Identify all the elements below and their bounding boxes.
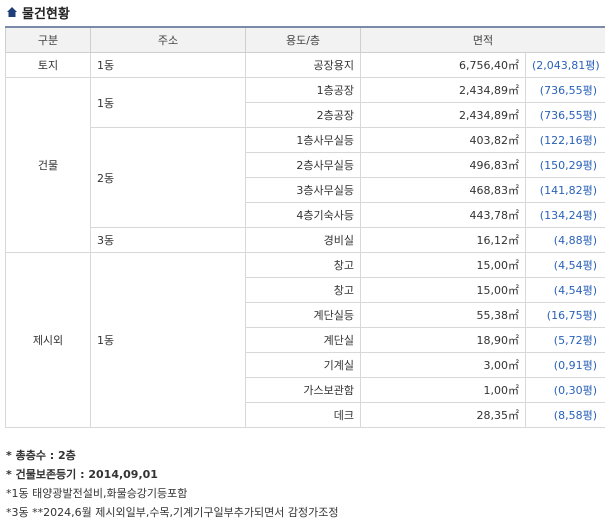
pyeong-cell: (141,82평) [525, 177, 605, 203]
usage-cell: 경비실 [245, 227, 361, 253]
pyeong-cell: (150,29평) [525, 152, 605, 178]
pyeong-cell: (8,58평) [525, 402, 605, 428]
usage-cell: 2층사무실등 [245, 152, 361, 178]
usage-cell: 계단실등 [245, 302, 361, 328]
usage-cell: 3층사무실등 [245, 177, 361, 203]
header-address: 주소 [90, 26, 246, 53]
area-cell: 403,82㎡ [360, 127, 526, 153]
area-cell: 496,83㎡ [360, 152, 526, 178]
pyeong-cell: (0,30평) [525, 377, 605, 403]
section-header: 물건현황 [6, 2, 70, 22]
area-cell: 6,756,40㎡ [360, 52, 526, 78]
area-cell: 2,434,89㎡ [360, 77, 526, 103]
category-cell: 건물 [5, 77, 91, 253]
usage-cell: 1층사무실등 [245, 127, 361, 153]
pyeong-cell: (16,75평) [525, 302, 605, 328]
table-row: 3동 경비실 16,12㎡ (4,88평) [6, 227, 605, 253]
table-row: 제시외 1동 창고 15,00㎡ (4,54평) [5, 252, 605, 428]
note-building-1: *1동 태양광발전설비,화물승강기등포함 [6, 487, 188, 500]
table-row: 2동 1층사무실등 403,82㎡ (122,16평) [6, 127, 605, 228]
pyeong-cell: (736,55평) [525, 77, 605, 103]
note-registration-date: * 건물보존등기 : 2014,09,01 [6, 468, 158, 481]
table-row: 건물 1동 1층공장 2,434,89㎡ (736,55평) [5, 77, 605, 253]
area-cell: 18,90㎡ [360, 327, 526, 353]
property-status-table: 구분 주소 용도/층 면적 토지 1동 공장용지 6,756,40㎡ (2,04… [5, 26, 605, 428]
usage-cell: 창고 [245, 252, 361, 278]
area-cell: 1,00㎡ [360, 377, 526, 403]
pyeong-cell: (4,88평) [525, 227, 605, 253]
home-icon [7, 7, 17, 17]
header-usage: 용도/층 [245, 26, 361, 53]
pyeong-cell: (2,043,81평) [525, 52, 605, 78]
pyeong-cell: (736,55평) [525, 102, 605, 128]
usage-cell: 계단실 [245, 327, 361, 353]
header-category: 구분 [5, 26, 91, 53]
category-cell: 토지 [5, 52, 91, 78]
area-cell: 468,83㎡ [360, 177, 526, 203]
usage-cell: 공장용지 [245, 52, 361, 78]
address-cell: 3동 [90, 227, 246, 253]
area-cell: 28,35㎡ [360, 402, 526, 428]
usage-cell: 4층기숙사등 [245, 202, 361, 228]
area-cell: 443,78㎡ [360, 202, 526, 228]
pyeong-cell: (134,24평) [525, 202, 605, 228]
table-row: 토지 1동 공장용지 6,756,40㎡ (2,043,81평) [5, 52, 605, 78]
notes-section: * 총층수 : 2층 * 건물보존등기 : 2014,09,01 *1동 태양광… [6, 446, 604, 522]
header-area: 면적 [360, 26, 605, 53]
category-cell: 제시외 [5, 252, 91, 428]
usage-cell: 데크 [245, 402, 361, 428]
table-header-row: 구분 주소 용도/층 면적 [5, 26, 605, 53]
usage-cell: 2층공장 [245, 102, 361, 128]
area-cell: 15,00㎡ [360, 252, 526, 278]
usage-cell: 창고 [245, 277, 361, 303]
usage-cell: 가스보관함 [245, 377, 361, 403]
address-cell: 1동 [90, 77, 246, 128]
usage-cell: 1층공장 [245, 77, 361, 103]
usage-cell: 기계실 [245, 352, 361, 378]
note-building-3: *3동 **2024,6월 제시외일부,수목,기계기구일부추가되면서 감정가조정 [6, 506, 339, 519]
pyeong-cell: (122,16평) [525, 127, 605, 153]
area-cell: 3,00㎡ [360, 352, 526, 378]
address-cell: 2동 [90, 127, 246, 228]
address-cell: 1동 [90, 252, 246, 428]
pyeong-cell: (4,54평) [525, 277, 605, 303]
area-cell: 2,434,89㎡ [360, 102, 526, 128]
note-total-floors: * 총층수 : 2층 [6, 449, 76, 462]
area-cell: 55,38㎡ [360, 302, 526, 328]
area-cell: 15,00㎡ [360, 277, 526, 303]
address-cell: 1동 [90, 52, 246, 78]
pyeong-cell: (4,54평) [525, 252, 605, 278]
area-cell: 16,12㎡ [360, 227, 526, 253]
pyeong-cell: (0,91평) [525, 352, 605, 378]
pyeong-cell: (5,72평) [525, 327, 605, 353]
section-title: 물건현황 [22, 6, 70, 22]
